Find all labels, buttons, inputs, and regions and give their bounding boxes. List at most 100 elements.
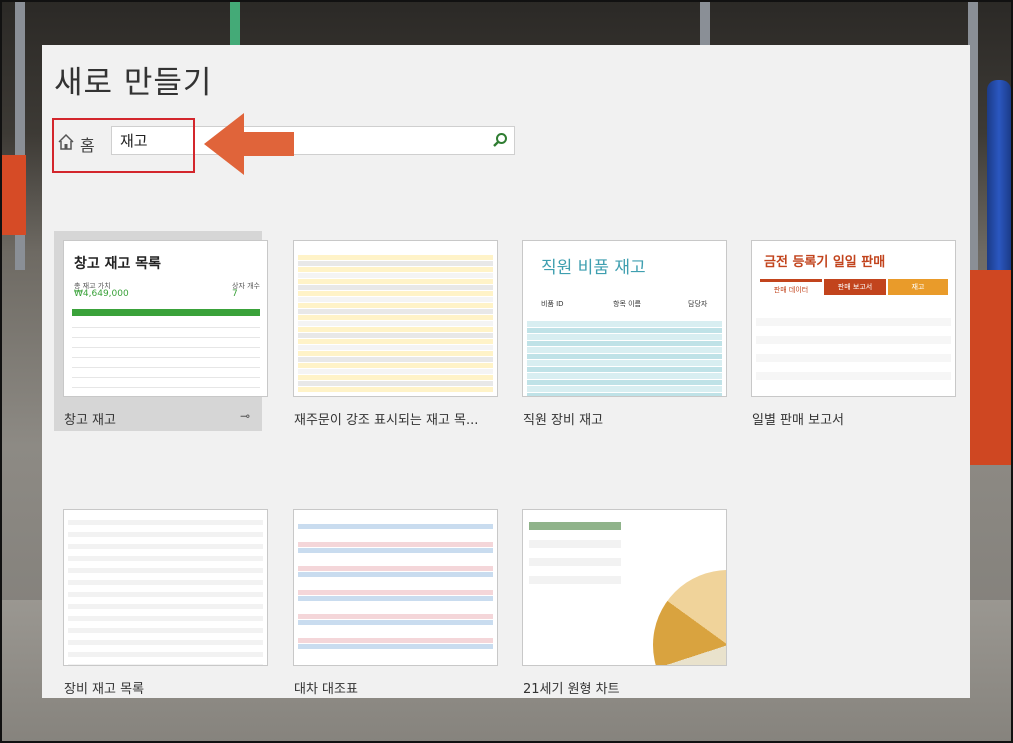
thumb-row: [298, 626, 493, 631]
thumb-row: [527, 379, 722, 385]
thumb-row: [298, 285, 493, 290]
template-tile[interactable]: 금전 등록기 일일 판매 판매 데이터 판매 보고서 재고 일별 판매 보고서: [742, 231, 956, 431]
thumb-row: [756, 318, 951, 326]
pin-icon[interactable]: ⊸: [240, 409, 250, 423]
template-thumbnail: 직원 비품 재고 비품 ID 항목 이름 담당자: [522, 240, 727, 397]
template-tile[interactable]: 직원 비품 재고 비품 ID 항목 이름 담당자 직원 장비 재고: [513, 231, 727, 431]
thumb-stat-value: ₩4,649,000: [74, 289, 129, 299]
pie-chart-icon: [653, 570, 726, 665]
thumb-row: [68, 586, 263, 591]
thumb-row: [72, 349, 260, 358]
thumb-row: [298, 375, 493, 380]
thumb-title: 금전 등록기 일일 판매: [764, 255, 886, 270]
thumb-row: [72, 359, 260, 368]
thumb-row: [298, 387, 493, 392]
thumb-title: 창고 재고 목록: [74, 256, 162, 272]
thumb-legend-row: [529, 576, 621, 584]
thumb-row: [527, 353, 722, 359]
thumb-row: [527, 373, 722, 379]
template-label: 일별 판매 보고서: [752, 413, 844, 428]
page-title: 새로 만들기: [54, 65, 213, 101]
thumb-row: [68, 532, 263, 537]
thumb-row: [68, 568, 263, 573]
thumb-row: [298, 650, 493, 655]
template-thumbnail: [293, 240, 498, 397]
thumb-row: [298, 614, 493, 619]
thumb-row: [298, 261, 493, 266]
thumb-row: [298, 297, 493, 302]
thumb-row: [298, 548, 493, 553]
thumb-row: [298, 644, 493, 649]
thumb-row: [527, 321, 722, 327]
template-tile[interactable]: 대차 대조표: [284, 500, 498, 700]
template-thumbnail: [63, 509, 268, 666]
thumb-row: [72, 379, 260, 388]
thumb-row: [298, 351, 493, 356]
thumb-row: [298, 536, 493, 541]
thumb-row: [527, 366, 722, 372]
template-thumbnail: [293, 509, 498, 666]
thumb-row: [527, 327, 722, 333]
thumb-row: [527, 392, 722, 396]
thumb-row: [72, 319, 260, 328]
thumb-row: [68, 580, 263, 585]
thumb-row: [298, 327, 493, 332]
template-tile[interactable]: 21세기 원형 차트: [513, 500, 727, 700]
template-label: 대차 대조표: [294, 682, 358, 697]
thumb-row: [298, 524, 493, 529]
thumb-row: [298, 566, 493, 571]
thumb-row: [298, 638, 493, 643]
thumb-row: [298, 584, 493, 589]
thumb-row: [298, 279, 493, 284]
thumb-tab: 판매 데이터: [760, 279, 822, 298]
template-label: 21세기 원형 차트: [523, 682, 620, 697]
template-tile[interactable]: 창고 재고 목록 총 재고 가치 ₩4,649,000 상자 개수 7 창고 재…: [54, 231, 268, 431]
arrow-annotation-icon: [204, 113, 294, 175]
thumb-row: [298, 620, 493, 625]
thumb-row: [298, 608, 493, 613]
thumb-row: [68, 652, 263, 657]
thumb-row: [68, 634, 263, 639]
thumb-row: [298, 632, 493, 637]
thumb-row: [298, 602, 493, 607]
thumb-row: [72, 329, 260, 338]
search-icon[interactable]: [492, 132, 508, 148]
thumb-tab: 재고: [888, 279, 948, 295]
thumb-row: [298, 560, 493, 565]
thumb-row: [68, 592, 263, 597]
thumb-row: [756, 327, 951, 335]
thumb-row: [298, 363, 493, 368]
thumb-row: [68, 538, 263, 543]
template-tile[interactable]: 재주문이 강조 표시되는 재고 목...: [284, 231, 498, 431]
background-object: [0, 155, 26, 235]
thumb-legend-row: [529, 549, 621, 557]
thumb-row: [298, 255, 493, 260]
thumb-row: [68, 520, 263, 525]
thumb-row: [68, 544, 263, 549]
thumb-row: [298, 303, 493, 308]
thumb-row: [298, 381, 493, 386]
thumb-stat-value: 7: [232, 289, 238, 299]
thumb-row: [756, 372, 951, 380]
thumb-row: [72, 389, 260, 396]
thumb-row: [756, 381, 951, 389]
thumb-row: [527, 360, 722, 366]
thumb-row: [72, 339, 260, 348]
thumb-row: [527, 340, 722, 346]
template-label: 장비 재고 목록: [64, 682, 145, 697]
thumb-row: [68, 610, 263, 615]
thumb-row: [68, 622, 263, 627]
thumb-legend-row: [529, 567, 621, 575]
thumb-row: [68, 550, 263, 555]
thumb-row: [68, 628, 263, 633]
template-label: 재주문이 강조 표시되는 재고 목...: [294, 413, 479, 428]
template-tile[interactable]: 장비 재고 목록: [54, 500, 268, 700]
thumb-row: [68, 640, 263, 645]
thumb-row: [68, 562, 263, 567]
background-object: [969, 270, 1013, 465]
thumb-row: [527, 386, 722, 392]
thumb-legend-row: [529, 558, 621, 566]
template-thumbnail: 금전 등록기 일일 판매 판매 데이터 판매 보고서 재고: [751, 240, 956, 397]
thumb-row: [298, 321, 493, 326]
thumb-row: [298, 596, 493, 601]
